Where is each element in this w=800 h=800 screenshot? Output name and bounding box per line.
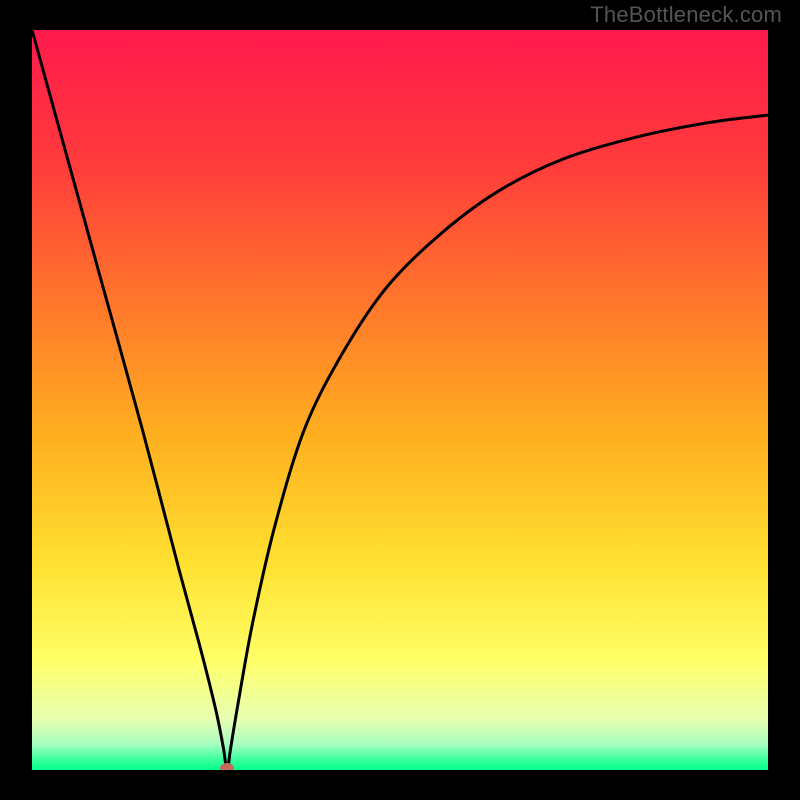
plot-area bbox=[32, 30, 768, 770]
attribution-label: TheBottleneck.com bbox=[590, 2, 782, 28]
gradient-background bbox=[32, 30, 768, 770]
chart-frame: TheBottleneck.com bbox=[0, 0, 800, 800]
bottleneck-curve-chart bbox=[32, 30, 768, 770]
